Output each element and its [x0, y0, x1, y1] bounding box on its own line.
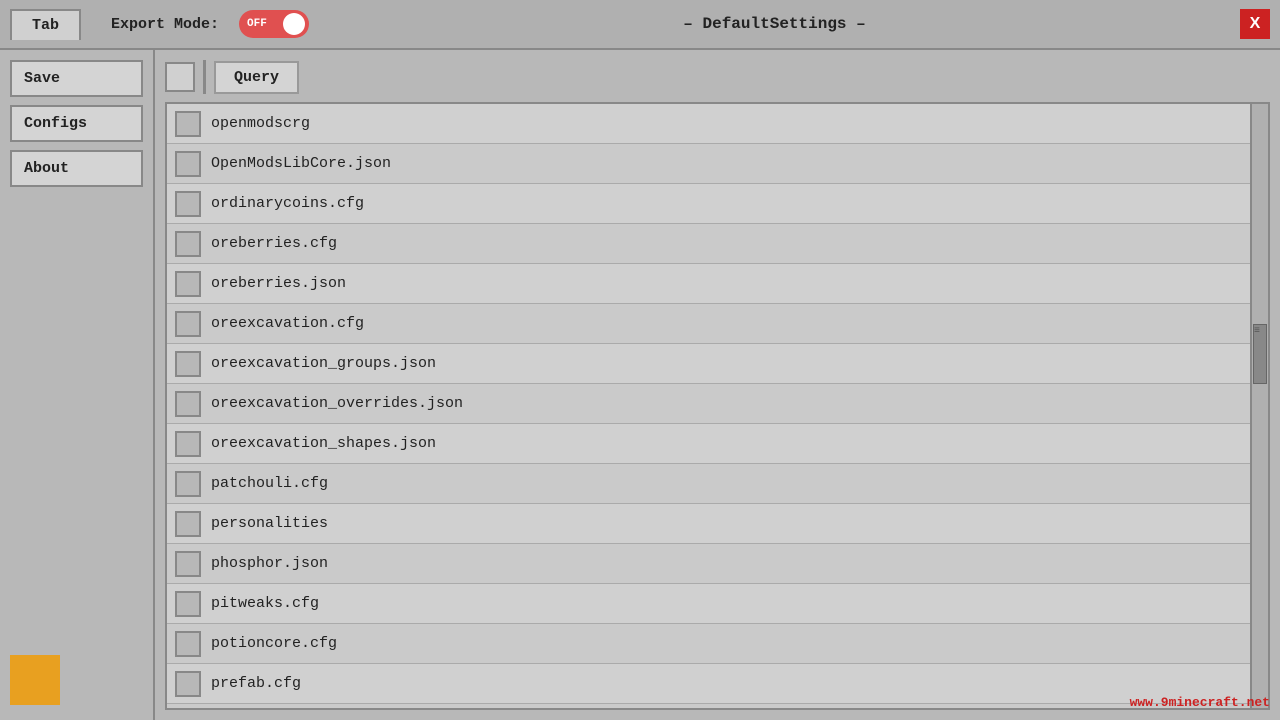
file-checkbox[interactable] — [175, 431, 201, 457]
file-row: OpenModsLibCore.json — [167, 144, 1250, 184]
about-button[interactable]: About — [10, 150, 143, 187]
query-row: Query — [165, 60, 1270, 94]
file-checkbox[interactable] — [175, 191, 201, 217]
scrollbar-thumb: ≡ — [1253, 324, 1267, 384]
file-name: patchouli.cfg — [211, 475, 328, 492]
save-button[interactable]: Save — [10, 60, 143, 97]
file-checkbox[interactable] — [175, 111, 201, 137]
orange-block — [10, 655, 60, 705]
file-name: phosphor.json — [211, 555, 328, 572]
file-checkbox[interactable] — [175, 231, 201, 257]
file-name: prefab.cfg — [211, 675, 301, 692]
tab-button[interactable]: Tab — [10, 9, 81, 40]
file-row: openmodscrg — [167, 104, 1250, 144]
file-row: oreexcavation_groups.json — [167, 344, 1250, 384]
file-row: ordinarycoins.cfg — [167, 184, 1250, 224]
file-checkbox[interactable] — [175, 391, 201, 417]
file-name: personalities — [211, 515, 328, 532]
file-row: oreexcavation.cfg — [167, 304, 1250, 344]
file-name: oreberries.json — [211, 275, 346, 292]
file-row: quark.cfg — [167, 704, 1250, 708]
sidebar: Save Configs About — [0, 50, 155, 720]
scrollbar-track[interactable]: ≡ — [1250, 104, 1268, 708]
file-checkbox[interactable] — [175, 551, 201, 577]
watermark: www.9minecraft.net — [1130, 695, 1270, 710]
file-name: oreexcavation_overrides.json — [211, 395, 463, 412]
file-checkbox[interactable] — [175, 511, 201, 537]
file-name: OpenModsLibCore.json — [211, 155, 391, 172]
file-checkbox[interactable] — [175, 671, 201, 697]
file-row: oreberries.cfg — [167, 224, 1250, 264]
configs-button[interactable]: Configs — [10, 105, 143, 142]
file-name: pitweaks.cfg — [211, 595, 319, 612]
file-checkbox[interactable] — [175, 631, 201, 657]
file-name: oreexcavation_groups.json — [211, 355, 436, 372]
main-layout: Save Configs About Query openmodscrg Open… — [0, 50, 1280, 720]
file-row: oreexcavation_overrides.json — [167, 384, 1250, 424]
divider-bar — [203, 60, 206, 94]
file-row: prefab.cfg — [167, 664, 1250, 704]
scrollbar-dots: ≡ — [1254, 327, 1266, 337]
file-name: potioncore.cfg — [211, 635, 337, 652]
file-row: oreberries.json — [167, 264, 1250, 304]
file-name: oreexcavation_shapes.json — [211, 435, 436, 452]
export-mode-toggle[interactable]: OFF — [239, 10, 309, 38]
toggle-knob — [283, 13, 305, 35]
file-list-container: openmodscrg OpenModsLibCore.json ordinaryc… — [165, 102, 1270, 710]
file-list: openmodscrg OpenModsLibCore.json ordinaryc… — [167, 104, 1250, 708]
file-checkbox[interactable] — [175, 351, 201, 377]
file-row: phosphor.json — [167, 544, 1250, 584]
file-checkbox[interactable] — [175, 151, 201, 177]
export-mode-label: Export Mode: — [111, 16, 219, 33]
top-bar: Tab Export Mode: OFF – DefaultSettings –… — [0, 0, 1280, 50]
query-checkbox[interactable] — [165, 62, 195, 92]
file-checkbox[interactable] — [175, 271, 201, 297]
sidebar-spacer — [10, 195, 143, 647]
file-name: ordinarycoins.cfg — [211, 195, 364, 212]
file-row: personalities — [167, 504, 1250, 544]
file-row: pitweaks.cfg — [167, 584, 1250, 624]
file-name: oreberries.cfg — [211, 235, 337, 252]
file-row: patchouli.cfg — [167, 464, 1250, 504]
file-name: oreexcavation.cfg — [211, 315, 364, 332]
toggle-off-text: OFF — [247, 18, 267, 30]
file-name: openmodscrg — [211, 115, 310, 132]
file-row: oreexcavation_shapes.json — [167, 424, 1250, 464]
file-checkbox[interactable] — [175, 311, 201, 337]
settings-title: – DefaultSettings – — [329, 15, 1220, 33]
close-button[interactable]: X — [1240, 9, 1270, 39]
content-area: Query openmodscrg OpenModsLibCore.json ord… — [155, 50, 1280, 720]
file-checkbox[interactable] — [175, 471, 201, 497]
query-button[interactable]: Query — [214, 61, 299, 94]
file-row: potioncore.cfg — [167, 624, 1250, 664]
file-checkbox[interactable] — [175, 591, 201, 617]
